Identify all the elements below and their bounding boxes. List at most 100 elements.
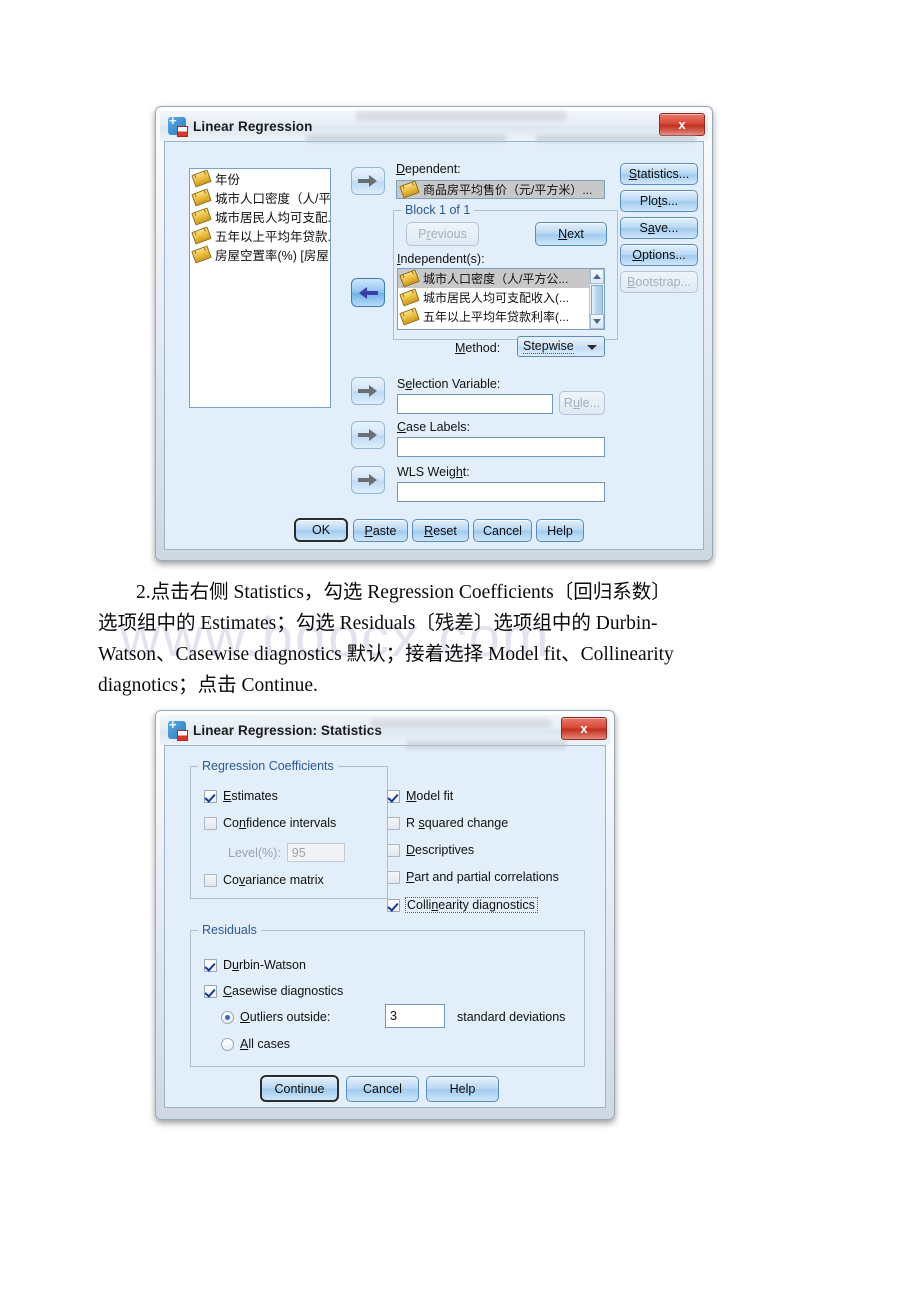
background-window-artifact-4 [371, 719, 551, 728]
linear-regression-statistics-dialog: Linear Regression: Statistics x Regressi… [155, 710, 615, 1120]
collinearity-diagnostics-checkbox[interactable] [387, 898, 400, 912]
arrow-right-icon [358, 474, 377, 486]
outliers-outside-radio[interactable] [221, 1010, 234, 1024]
casewise-diagnostics-checkbox-row[interactable]: Casewise diagnostics [204, 984, 343, 998]
collinearity-diagnostics-checkbox-row[interactable]: Collinearity diagnostics [387, 897, 538, 913]
paste-button[interactable]: Paste [353, 519, 408, 542]
covariance-matrix-checkbox[interactable] [204, 873, 217, 887]
list-item[interactable]: 城市居民人均可支配... [190, 207, 330, 226]
part-and-partial-correlations-checkbox-row[interactable]: Part and partial correlations [387, 870, 559, 884]
descriptives-checkbox[interactable] [387, 843, 400, 857]
dialog2-body: Regression Coefficients Estimates Confid… [164, 745, 606, 1108]
list-item-label: 年份 [215, 173, 241, 187]
scroll-up-button[interactable] [590, 269, 604, 284]
selection-variable-input[interactable] [397, 394, 553, 414]
scroll-down-button[interactable] [590, 314, 604, 329]
background-window-artifact-5 [406, 741, 566, 749]
list-item[interactable]: 城市人口密度（人/平方公... [398, 269, 604, 288]
descriptives-checkbox-row[interactable]: Descriptives [387, 843, 474, 857]
durbin-watson-checkbox[interactable] [204, 958, 217, 972]
method-value: Stepwise [523, 339, 574, 354]
list-item[interactable]: 城市人口密度（人/平... [190, 188, 330, 207]
previous-label: Previous [418, 227, 467, 241]
cancel-button[interactable]: Cancel [473, 519, 532, 542]
wls-weight-input[interactable] [397, 482, 605, 502]
arrow-right-icon [358, 385, 377, 397]
part-and-partial-correlations-checkbox[interactable] [387, 870, 400, 884]
all-cases-label: All cases [240, 1037, 291, 1051]
estimates-label: Estimates [223, 789, 278, 803]
wls-weight-label: WLS Weight: [397, 465, 470, 479]
move-to-case-labels-button[interactable] [351, 421, 385, 449]
casewise-diagnostics-checkbox[interactable] [204, 984, 217, 998]
model-fit-checkbox-row[interactable]: Model fit [387, 789, 453, 803]
estimates-checkbox-row[interactable]: Estimates [204, 789, 278, 803]
list-item-label: 城市居民人均可支配... [215, 211, 330, 225]
rule-label: Rule... [563, 396, 601, 410]
all-cases-radio[interactable] [221, 1037, 234, 1051]
cancel-label-2: Cancel [363, 1082, 402, 1096]
selection-variable-label: Selection Variable: [397, 377, 501, 391]
options-label: Options... [632, 248, 686, 262]
all-cases-radio-row[interactable]: All cases [221, 1037, 290, 1051]
move-to-selection-variable-button[interactable] [351, 377, 385, 405]
linear-regression-dialog: Linear Regression x 年份 城市人口密度（人/平... 城市居… [155, 106, 713, 561]
outliers-value-input[interactable]: 3 [385, 1004, 445, 1028]
confidence-intervals-label: Confidence intervals [223, 816, 337, 830]
durbin-watson-checkbox-row[interactable]: Durbin-Watson [204, 958, 306, 972]
list-item[interactable]: 五年以上平均年贷款利率(... [398, 307, 604, 326]
cancel-label: Cancel [483, 523, 522, 538]
help-label-2: Help [449, 1082, 476, 1096]
scale-variable-icon [399, 269, 420, 288]
estimates-checkbox[interactable] [204, 789, 217, 803]
source-variables-list[interactable]: 年份 城市人口密度（人/平... 城市居民人均可支配... 五年以上平均年贷款.… [189, 168, 331, 408]
statistics-button[interactable]: Statistics... [620, 163, 698, 185]
ok-button[interactable]: OK [294, 518, 348, 542]
case-labels-input[interactable] [397, 437, 605, 457]
level-row: Level(%): 95 [228, 843, 345, 862]
plots-button[interactable]: Plots... [620, 190, 698, 212]
scale-variable-icon [191, 245, 212, 264]
list-item[interactable]: 城市居民人均可支配收入(... [398, 288, 604, 307]
independents-label: Independent(s): [397, 252, 485, 266]
independents-list[interactable]: 城市人口密度（人/平方公... 城市居民人均可支配收入(... 五年以上平均年贷… [397, 268, 605, 330]
model-fit-checkbox[interactable] [387, 789, 400, 803]
help-button-2[interactable]: Help [426, 1076, 499, 1102]
outliers-outside-radio-row[interactable]: Outliers outside: [221, 1010, 330, 1024]
move-to-dependent-button[interactable] [351, 167, 385, 195]
reset-label: Reset [424, 523, 457, 538]
confidence-intervals-checkbox-row[interactable]: Confidence intervals [204, 816, 336, 830]
covariance-matrix-checkbox-row[interactable]: Covariance matrix [204, 873, 324, 887]
dialog2-close-button[interactable]: x [561, 717, 607, 740]
cancel-button-2[interactable]: Cancel [346, 1076, 419, 1102]
r-squared-change-checkbox-row[interactable]: R squared change [387, 816, 508, 830]
dialog1-body: 年份 城市人口密度（人/平... 城市居民人均可支配... 五年以上平均年贷款.… [164, 141, 704, 550]
r-squared-change-checkbox[interactable] [387, 816, 400, 830]
list-item[interactable]: 五年以上平均年贷款... [190, 226, 330, 245]
move-to-independents-button[interactable] [351, 278, 385, 307]
dialog1-title: Linear Regression [193, 118, 313, 134]
continue-button[interactable]: Continue [260, 1075, 339, 1102]
move-to-wls-weight-button[interactable] [351, 466, 385, 494]
dependent-field[interactable]: 商品房平均售价（元/平方米）... [396, 180, 605, 199]
dialog1-close-button[interactable]: x [659, 113, 705, 136]
arrow-right-icon [358, 175, 377, 187]
next-button[interactable]: Next [535, 222, 607, 246]
list-item-label: 五年以上平均年贷款利率(... [423, 310, 569, 324]
help-button[interactable]: Help [536, 519, 584, 542]
dialog2-title: Linear Regression: Statistics [193, 722, 382, 738]
confidence-intervals-checkbox[interactable] [204, 816, 217, 830]
reset-button[interactable]: Reset [412, 519, 469, 542]
arrow-right-icon [358, 429, 377, 441]
independents-scrollbar[interactable] [589, 269, 604, 329]
options-button[interactable]: Options... [620, 244, 698, 266]
list-item-label: 城市人口密度（人/平... [215, 192, 330, 206]
method-dropdown[interactable]: Stepwise [517, 336, 605, 357]
paragraph-line-1: 2.点击右侧 Statistics，勾选 Regression Coeffici… [136, 582, 671, 603]
list-item[interactable]: 年份 [190, 169, 330, 188]
residuals-title: Residuals [198, 923, 261, 937]
save-button[interactable]: Save... [620, 217, 698, 239]
list-item[interactable]: 房屋空置率(%) [房屋... [190, 245, 330, 264]
rule-button: Rule... [559, 391, 605, 415]
paragraph-line-3: Watson、Casewise diagnostics 默认；接着选择 Mode… [98, 644, 674, 665]
